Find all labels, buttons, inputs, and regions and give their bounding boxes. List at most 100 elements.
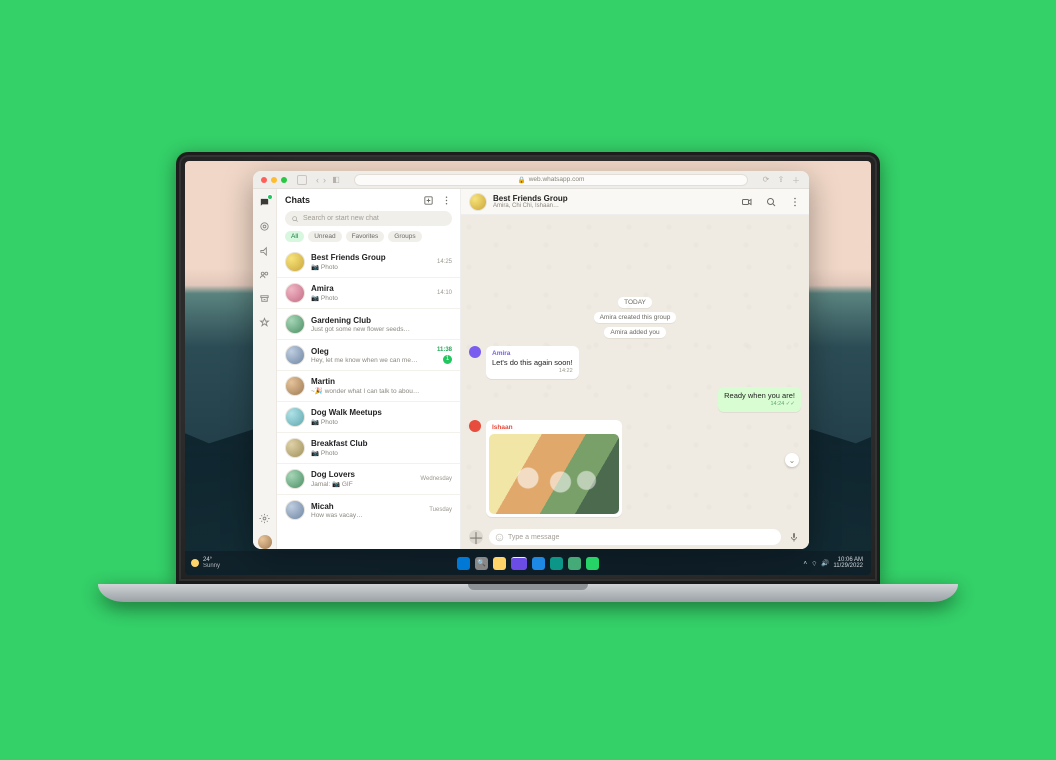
chat-preview: 📷 Photo [311,418,446,426]
nav-status-icon[interactable] [258,219,272,233]
new-tab-icon[interactable]: ＋ [791,175,801,185]
chat-list-title: Chats [285,195,310,205]
taskbar-search[interactable]: 🔍 [475,557,488,570]
nav-back-icon[interactable]: ‹ [316,175,319,185]
chat-list-item[interactable]: Amira📷 Photo14:10 [277,277,460,308]
chat-name: Oleg [311,347,431,356]
chat-preview: Hey, let me know when we can me… [311,357,431,364]
volume-icon[interactable]: 🔊 [821,559,829,567]
chat-list-item[interactable]: Best Friends Group📷 Photo14:25 [277,247,460,277]
whatsapp-icon[interactable] [586,557,599,570]
refresh-icon[interactable]: ⟳ [761,175,771,185]
message-text: Ready when you are! [724,391,795,400]
conversation-members: Amira, Chi Chi, Ishaan… [493,203,568,209]
address-bar[interactable]: 🔒 web.whatsapp.com [354,174,748,186]
chat-avatar [285,500,305,520]
filter-groups[interactable]: Groups [388,231,421,242]
nav-communities-icon[interactable] [258,267,272,281]
chat-list-item[interactable]: Breakfast Club📷 Photo [277,432,460,463]
nav-archive-icon[interactable] [258,291,272,305]
filter-unread[interactable]: Unread [308,231,341,242]
message-outgoing: Ready when you are! 14:24 ✓✓ [469,387,801,412]
chat-avatar [285,376,305,396]
nav-forward-icon[interactable]: › [323,175,326,185]
nav-starred-icon[interactable] [258,315,272,329]
laptop-screen: ‹ › ◧ 🔒 web.whatsapp.com ⟳ ⇪ ＋ [176,152,880,584]
message-incoming: Amira Let's do this again soon! 14:22 [469,346,801,379]
taskbar-weather[interactable]: 24° Sunny [185,557,220,569]
message-bubble[interactable]: Amira Let's do this again soon! 14:22 [486,346,579,379]
sticker-icon[interactable] [495,533,504,542]
conversation-pane: Best Friends Group Amira, Chi Chi, Ishaa… [461,189,809,549]
date-pill: TODAY [618,297,652,308]
message-input[interactable]: Type a message [489,529,781,545]
scroll-to-bottom-button[interactable]: ⌄ [785,453,799,467]
nav-chats-icon[interactable] [258,195,272,209]
chat-name: Dog Lovers [311,470,414,479]
share-icon[interactable]: ⇪ [776,175,786,185]
file-explorer-icon[interactable] [493,557,506,570]
chat-preview: Just got some new flower seeds… [311,326,446,333]
unread-badge: 1 [443,355,452,364]
menu-icon[interactable] [440,194,452,206]
new-chat-icon[interactable] [422,194,434,206]
wifi-icon[interactable]: ⌔ [811,559,817,568]
teams-icon[interactable] [511,557,527,570]
window-minimize-dot[interactable] [271,177,277,183]
chat-list-item[interactable]: MicahHow was vacay…Tuesday [277,494,460,525]
chat-avatar [285,252,305,272]
chat-list-item[interactable]: Dog LoversJamal: 📷 GIFWednesday [277,463,460,494]
system-tray[interactable]: ˄ ⌔ 🔊 10:06 AM 11/29/2022 [803,557,871,569]
video-call-icon[interactable] [741,196,753,208]
message-sender: Ishaan [489,423,619,433]
message-bubble-photo[interactable]: Ishaan [486,420,622,517]
shield-icon[interactable]: ◧ [331,175,341,185]
chat-avatar [285,407,305,427]
chat-list: Best Friends Group📷 Photo14:25Amira📷 Pho… [277,247,460,549]
chat-name: Dog Walk Meetups [311,408,446,417]
laptop-base [98,584,958,602]
start-button[interactable] [457,557,470,570]
chevron-up-icon[interactable]: ˄ [803,560,807,567]
search-in-chat-icon[interactable] [765,196,777,208]
mic-button[interactable] [787,530,801,544]
chat-list-item[interactable]: OlegHey, let me know when we can me… 11:3… [277,339,460,370]
message-text: Let's do this again soon! [492,358,573,367]
conversation-title: Best Friends Group [493,194,568,203]
chat-name: Breakfast Club [311,439,446,448]
nav-profile-avatar[interactable] [258,535,272,549]
mail-icon[interactable] [532,557,545,570]
chat-time: 14:10 [437,290,452,296]
attach-button[interactable]: ＋ [469,530,483,544]
sender-avatar [469,420,481,432]
edge-icon[interactable] [550,557,563,570]
chat-preview: Jamal: 📷 GIF [311,480,414,488]
window-zoom-dot[interactable] [281,177,287,183]
window-close-dot[interactable] [261,177,267,183]
sidebar-toggle-icon[interactable] [297,175,307,185]
chat-time: 11:38 [437,347,452,353]
chat-name: Amira [311,284,431,293]
chat-list-item[interactable]: Gardening ClubJust got some new flower s… [277,308,460,339]
search-input[interactable]: Search or start new chat [285,211,452,226]
message-photo[interactable] [489,434,619,514]
browser-titlebar: ‹ › ◧ 🔒 web.whatsapp.com ⟳ ⇪ ＋ [253,171,809,189]
chat-preview: How was vacay… [311,512,423,519]
store-icon[interactable] [568,557,581,570]
filter-all[interactable]: All [285,231,304,242]
filter-favorites[interactable]: Favorites [346,231,385,242]
chat-name: Micah [311,502,423,511]
conversation-header[interactable]: Best Friends Group Amira, Chi Chi, Ishaa… [461,189,809,215]
nav-settings-icon[interactable] [258,511,272,525]
conversation-body[interactable]: TODAY Amira created this group Amira add… [461,215,809,525]
conversation-menu-icon[interactable] [789,196,801,208]
nav-channels-icon[interactable] [258,243,272,257]
windows-taskbar[interactable]: 24° Sunny 🔍 ˄ ⌔ 🔊 [185,551,871,575]
chat-list-item[interactable]: Dog Walk Meetups📷 Photo [277,401,460,432]
chat-time: 14:25 [437,259,452,265]
message-bubble[interactable]: Ready when you are! 14:24 ✓✓ [718,387,801,412]
chat-list-item[interactable]: Martin~🎉 wonder what I can talk to abou… [277,370,460,401]
sender-avatar [469,346,481,358]
chat-avatar [285,438,305,458]
chat-name: Best Friends Group [311,253,431,262]
